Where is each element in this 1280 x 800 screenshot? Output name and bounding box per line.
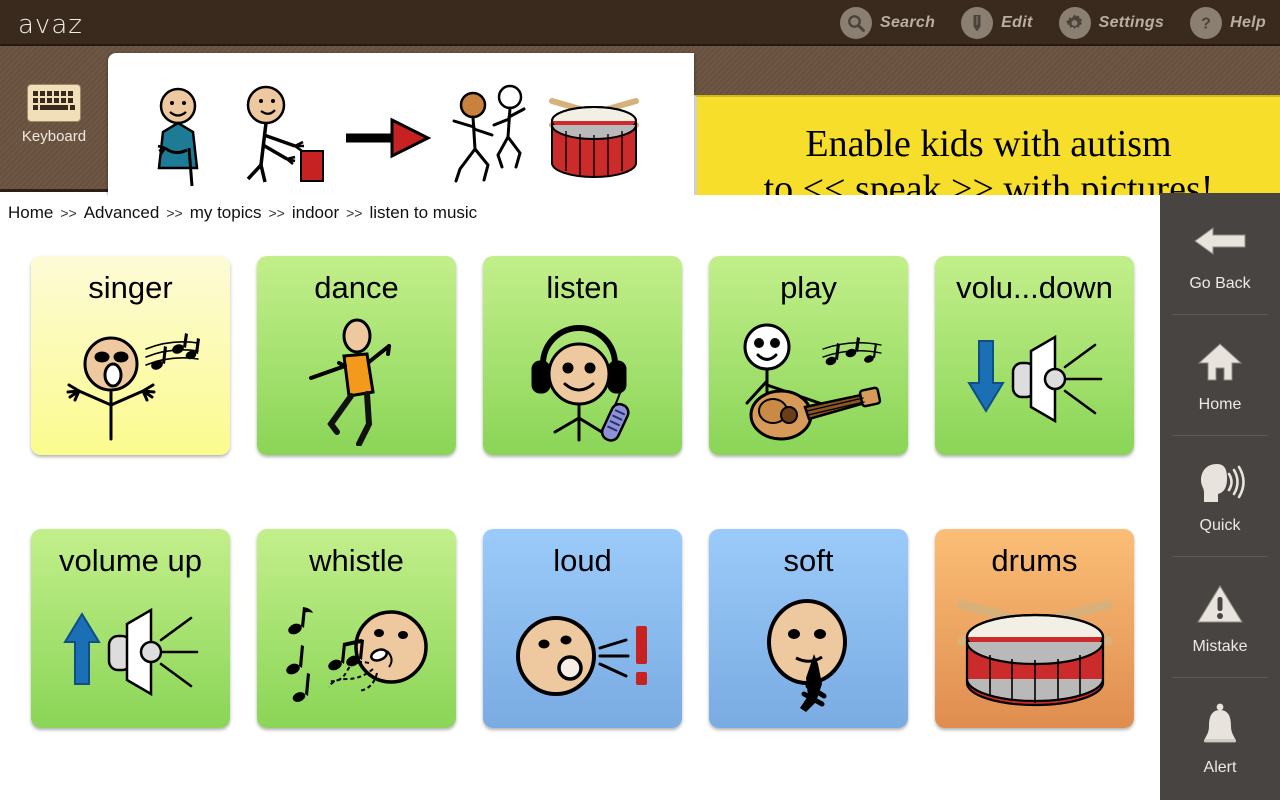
sidebar-item-label: Home — [1198, 395, 1242, 413]
app-brand: avaz — [18, 10, 83, 40]
tile-label: whistle — [309, 543, 404, 578]
tile-drums[interactable]: drums — [935, 529, 1134, 728]
pictogram-grid: singer dance listen play volu...down vol… — [0, 231, 1160, 800]
help-label: Help — [1230, 14, 1266, 31]
sidebar-item-alert[interactable]: Alert — [1160, 677, 1280, 798]
help-button[interactable]: ? Help — [1182, 5, 1274, 41]
home-icon — [1198, 336, 1242, 388]
keyboard-icon — [27, 84, 81, 122]
action-sidebar: Go Back Home Quick Mistake Alert — [1160, 193, 1280, 800]
breadcrumb-separator: >> — [166, 205, 183, 221]
breadcrumb: Home >> Advanced >> my topics >> indoor … — [0, 195, 1160, 231]
edit-label: Edit — [1001, 14, 1033, 31]
promo-line-1: Enable kids with autism — [805, 123, 1172, 166]
person-playing-guitar-pictogram — [709, 314, 908, 449]
keyboard-button[interactable]: Keyboard — [14, 84, 94, 145]
volume-up-speaker-pictogram — [31, 587, 230, 722]
avaz-app: avaz Search Edit Settings ? Help Keyboar… — [0, 0, 1280, 800]
tile-label: play — [780, 270, 837, 305]
tile-label: soft — [783, 543, 834, 578]
person-with-headphones-pictogram — [483, 314, 682, 449]
tile-label: drums — [991, 543, 1078, 578]
sentence-band: Keyboard I — [0, 46, 1280, 238]
pencil-icon — [961, 7, 994, 39]
gear-icon — [1058, 7, 1091, 39]
search-icon — [840, 7, 872, 39]
shouting-face-pictogram — [483, 587, 682, 722]
settings-label: Settings — [1098, 14, 1165, 31]
tile-label: loud — [553, 543, 612, 578]
right-arrow-pictogram — [334, 79, 438, 191]
tile-loud[interactable]: loud — [483, 529, 682, 728]
tile-dance[interactable]: dance — [257, 256, 456, 455]
quiet-face-finger-on-lips-pictogram — [709, 587, 908, 722]
sidebar-item-quick[interactable]: Quick — [1160, 435, 1280, 556]
sidebar-item-label: Quick — [1199, 516, 1241, 534]
tile-listen[interactable]: listen — [483, 256, 682, 455]
svg-text:?: ? — [1201, 16, 1211, 33]
back-arrow-icon — [1193, 215, 1247, 267]
sidebar-item-label: Go Back — [1189, 274, 1251, 292]
tile-label: dance — [314, 270, 399, 305]
edit-button[interactable]: Edit — [953, 5, 1040, 41]
tile-volume-down[interactable]: volu...down — [935, 256, 1134, 455]
search-button[interactable]: Search — [832, 5, 943, 41]
tile-label: singer — [88, 270, 173, 305]
person-pointing-self-pictogram — [126, 79, 230, 191]
snare-drum-pictogram — [935, 587, 1134, 722]
breadcrumb-item-indoor[interactable]: indoor — [292, 203, 339, 223]
person-reaching-for-block-pictogram — [230, 79, 334, 191]
question-mark-icon: ? — [1190, 7, 1223, 39]
tile-soft[interactable]: soft — [709, 529, 908, 728]
speaking-head-icon — [1195, 457, 1245, 509]
singing-person-pictogram — [31, 314, 230, 449]
sidebar-item-mistake[interactable]: Mistake — [1160, 556, 1280, 677]
settings-button[interactable]: Settings — [1051, 5, 1173, 41]
tile-whistle[interactable]: whistle — [257, 529, 456, 728]
sidebar-item-label: Alert — [1203, 758, 1237, 776]
tile-label: volume up — [58, 543, 203, 578]
tile-play[interactable]: play — [709, 256, 908, 455]
sidebar-item-home[interactable]: Home — [1160, 314, 1280, 435]
bell-icon — [1200, 699, 1240, 751]
breadcrumb-item-my-topics[interactable]: my topics — [190, 203, 262, 223]
tile-volume-up[interactable]: volume up — [31, 529, 230, 728]
breadcrumb-separator: >> — [346, 205, 363, 221]
toolbar: Search Edit Settings ? Help — [832, 5, 1274, 41]
search-label: Search — [880, 14, 936, 31]
warning-triangle-icon — [1197, 578, 1243, 630]
sidebar-item-go-back[interactable]: Go Back — [1160, 193, 1280, 314]
top-bar: avaz Search Edit Settings ? Help — [0, 0, 1280, 46]
tile-label: listen — [546, 270, 619, 305]
breadcrumb-separator: >> — [60, 205, 77, 221]
keyboard-label: Keyboard — [21, 128, 87, 145]
breadcrumb-separator: >> — [268, 205, 285, 221]
breadcrumb-item-listen-to-music[interactable]: listen to music — [369, 203, 477, 223]
sidebar-item-label: Mistake — [1192, 637, 1248, 655]
dancing-person-pictogram — [257, 314, 456, 449]
volume-down-speaker-pictogram — [935, 314, 1134, 449]
snare-drum-pictogram — [542, 79, 646, 191]
whistling-face-pictogram — [257, 587, 456, 722]
tile-label: volu...down — [956, 270, 1113, 305]
breadcrumb-item-home[interactable]: Home — [8, 203, 53, 223]
breadcrumb-item-advanced[interactable]: Advanced — [84, 203, 160, 223]
tile-singer[interactable]: singer — [31, 256, 230, 455]
two-children-running-pictogram — [438, 79, 542, 191]
